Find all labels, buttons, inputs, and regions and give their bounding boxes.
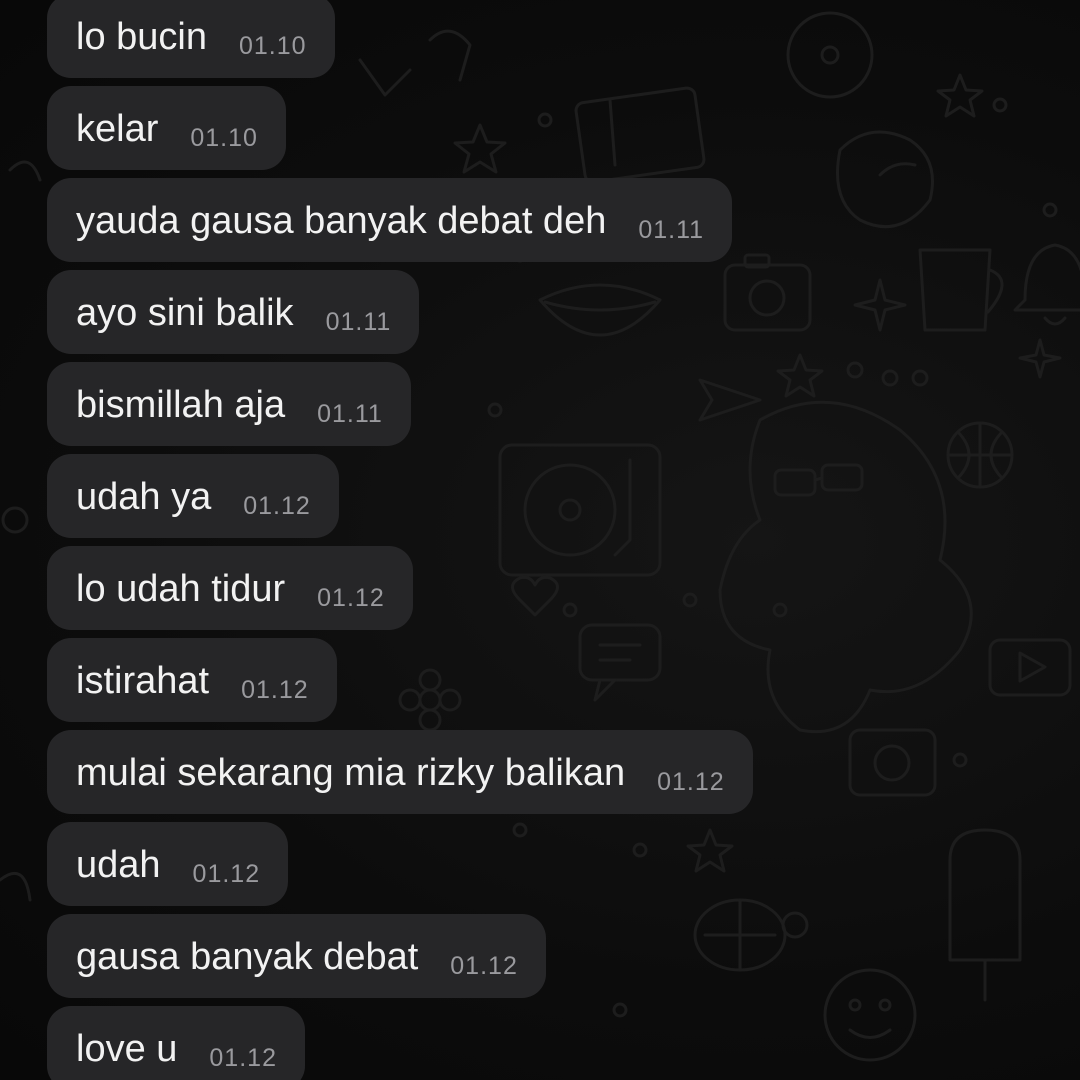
message-row: udah ya 01.12 — [47, 454, 1047, 546]
message-row: ayo sini balik 01.11 — [47, 270, 1047, 362]
message-bubble[interactable]: mulai sekarang mia rizky balikan 01.12 — [47, 730, 753, 814]
message-timestamp: 01.11 — [325, 308, 392, 336]
message-text: bismillah aja — [76, 384, 286, 426]
message-text: gausa banyak debat — [76, 936, 419, 978]
message-bubble[interactable]: ayo sini balik 01.11 — [47, 270, 420, 354]
message-bubble[interactable]: istirahat 01.12 — [47, 638, 337, 722]
message-timestamp: 01.10 — [238, 32, 307, 60]
message-row: mulai sekarang mia rizky balikan 01.12 — [47, 730, 1047, 822]
message-bubble[interactable]: gausa banyak debat 01.12 — [47, 914, 546, 998]
message-text: istirahat — [76, 660, 210, 702]
message-row: love u 01.12 — [47, 1006, 1047, 1080]
message-bubble[interactable]: udah 01.12 — [47, 822, 289, 906]
message-text: lo bucin — [76, 16, 207, 58]
message-timestamp: 01.12 — [243, 492, 311, 520]
message-text: ayo sini balik — [76, 292, 294, 334]
message-row: istirahat 01.12 — [47, 638, 1047, 730]
message-bubble[interactable]: kelar 01.10 — [47, 86, 286, 170]
message-text: love u — [76, 1028, 178, 1070]
message-timestamp: 01.12 — [317, 584, 385, 612]
message-text: yauda gausa banyak debat deh — [76, 200, 607, 242]
message-bubble[interactable]: bismillah aja 01.11 — [47, 362, 411, 446]
message-list: lo bucin 01.10 kelar 01.10 yauda gausa banya… — [47, 0, 1047, 1080]
message-bubble[interactable]: lo bucin 01.10 — [47, 0, 335, 78]
message-timestamp: 01.12 — [241, 676, 309, 704]
message-timestamp: 01.11 — [317, 400, 383, 428]
message-bubble[interactable]: yauda gausa banyak debat deh 01.11 — [47, 178, 733, 262]
message-bubble[interactable]: udah ya 01.12 — [47, 454, 339, 538]
message-row: gausa banyak debat 01.12 — [47, 914, 1047, 1006]
message-row: udah 01.12 — [47, 822, 1047, 914]
message-bubble[interactable]: lo udah tidur 01.12 — [47, 546, 413, 630]
chat-screen: lo bucin 01.10 kelar 01.10 yauda gausa banya… — [0, 0, 1080, 1080]
message-row: lo udah tidur 01.12 — [47, 546, 1047, 638]
message-text: udah — [76, 844, 161, 886]
message-bubble[interactable]: love u 01.12 — [47, 1006, 305, 1080]
message-row: bismillah aja 01.11 — [47, 362, 1047, 454]
message-timestamp: 01.12 — [209, 1044, 277, 1072]
message-row: yauda gausa banyak debat deh 01.11 — [47, 178, 1047, 270]
message-text: mulai sekarang mia rizky balikan — [76, 752, 626, 794]
message-text: kelar — [76, 108, 159, 150]
message-row: lo bucin 01.10 — [47, 0, 1047, 86]
message-timestamp: 01.11 — [638, 216, 705, 244]
message-timestamp: 01.12 — [192, 860, 261, 888]
message-timestamp: 01.12 — [450, 952, 518, 980]
message-text: lo udah tidur — [76, 568, 286, 610]
message-text: udah ya — [76, 476, 212, 518]
message-timestamp: 01.10 — [190, 124, 258, 152]
message-row: kelar 01.10 — [47, 86, 1047, 178]
message-timestamp: 01.12 — [657, 768, 725, 796]
